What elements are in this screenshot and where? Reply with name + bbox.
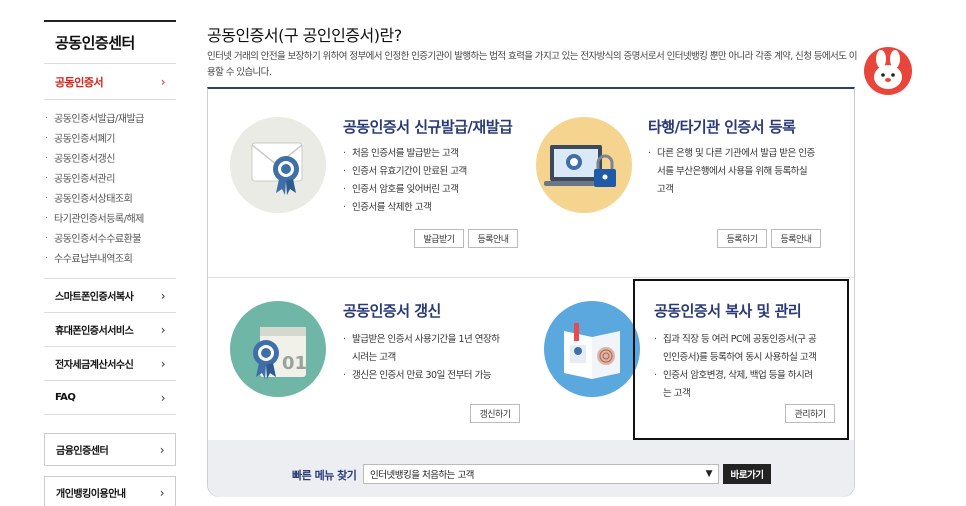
sidebar-submenu: 공동인증서발급/재발급 공동인증서폐기 공동인증서갱신 공동인증서관리 공동인증… <box>44 100 176 279</box>
chevron-down-icon: ▼ <box>705 469 713 479</box>
bullet-text: 인증서 암호변경, 삭제, 백업 등을 하시려는 고객 <box>654 367 819 403</box>
bullet-text: 발급받은 인증서 사용기간을 1년 연장하시려는 고객 <box>343 331 503 367</box>
divider <box>208 277 854 278</box>
card-title-renew: 공동인증서 갱신 <box>343 302 441 320</box>
sidebar-item-label: 전자세금계산서수신 <box>55 360 134 371</box>
certificate-renew-icon: 01 <box>230 301 326 397</box>
card-title-register: 타행/타기관 인증서 등록 <box>648 118 796 136</box>
issue-guide-button[interactable]: 등록안내 <box>468 229 518 248</box>
page-description: 인터넷 거래의 안전을 보장하기 위하여 정부에서 인정한 인증기관이 발행하는… <box>207 51 857 78</box>
certificate-manage-icon <box>544 301 640 397</box>
sidebar-item-smartphone-copy[interactable]: 스마트폰인증서복사 › <box>44 279 176 313</box>
quick-menu-select[interactable]: 인터넷뱅킹을 처음하는 고객 ▼ <box>363 464 719 484</box>
manage-button[interactable]: 관리하기 <box>785 404 835 423</box>
renew-button[interactable]: 갱신하기 <box>470 404 520 423</box>
bullet-text: 인증서를 삭제한 고객 <box>343 199 513 217</box>
mascot-icon[interactable] <box>864 47 912 95</box>
certificate-panel: 공동인증서 신규발급/재발급 처음 인증서를 발급받는 고객 인증서 유효기간이… <box>207 87 855 497</box>
sidebar-item-certificate[interactable]: 공동인증서 › <box>44 64 176 100</box>
chevron-right-icon: › <box>159 485 165 500</box>
sidebar-item-tax-invoice[interactable]: 전자세금계산서수신 › <box>44 347 176 381</box>
sidebar-item-label: 공동인증서 <box>55 75 104 89</box>
register-button[interactable]: 등록하기 <box>717 229 767 248</box>
page-title: 공동인증서(구 공인인증서)란? <box>207 26 402 45</box>
sidebar-item-financial-cert[interactable]: 금융인증센터 › <box>44 433 176 466</box>
chevron-right-icon: › <box>160 322 166 337</box>
sidebar-item-label: 금융인증센터 <box>56 446 109 457</box>
sidebar-item-faq[interactable]: FAQ › <box>44 381 176 415</box>
chevron-right-icon: › <box>160 74 166 89</box>
sidebar-item-label: 개인뱅킹이용안내 <box>56 489 126 500</box>
bullet-text: 처음 인증서를 발급받는 고객 <box>343 145 513 163</box>
sidebar-title: 공동인증센터 <box>44 20 176 64</box>
bullet-text: 갱신은 인증서 만료 30일 전부터 가능 <box>343 367 503 385</box>
chevron-right-icon: › <box>159 442 165 457</box>
submenu-item-other-register[interactable]: 타기관인증서등록/해제 <box>44 210 176 230</box>
sidebar-item-label: FAQ <box>55 392 76 403</box>
submenu-item-manage[interactable]: 공동인증서관리 <box>44 170 176 190</box>
register-guide-button[interactable]: 등록안내 <box>771 229 821 248</box>
card-title-manage: 공동인증서 복사 및 관리 <box>654 302 802 320</box>
card-bullets-register: 다른 은행 및 다른 기관에서 발급 받은 인증서를 부산은행에서 사용을 위해… <box>648 145 816 199</box>
chevron-right-icon: › <box>160 356 166 371</box>
chevron-right-icon: › <box>160 288 166 303</box>
submenu-item-issue[interactable]: 공동인증서발급/재발급 <box>44 110 176 130</box>
sidebar-item-label: 휴대폰인증서서비스 <box>55 326 134 337</box>
certificate-issue-icon <box>230 117 326 213</box>
card-bullets-issue: 처음 인증서를 발급받는 고객 인증서 유효기간이 만료된 고객 인증서 암호를… <box>343 145 513 217</box>
card-bullets-manage: 집과 직장 등 여러 PC에 공동인증서(구 공인인증서)를 등록하여 동시 사… <box>654 331 819 403</box>
quick-menu-selected: 인터넷뱅킹을 처음하는 고객 <box>370 470 474 481</box>
submenu-item-refund[interactable]: 공동인증서수수료환불 <box>44 230 176 250</box>
sidebar-item-label: 스마트폰인증서복사 <box>55 292 134 303</box>
card-title-issue: 공동인증서 신규발급/재발급 <box>343 118 513 136</box>
bullet-text: 인증서 암호를 잊어버린 고객 <box>343 181 513 199</box>
submenu-item-fee-history[interactable]: 수수료납부내역조회 <box>44 250 176 270</box>
card-bullets-renew: 발급받은 인증서 사용기간을 1년 연장하시려는 고객 갱신은 인증서 만료 3… <box>343 331 503 385</box>
bullet-text: 집과 직장 등 여러 PC에 공동인증서(구 공인인증서)를 등록하여 동시 사… <box>654 331 819 367</box>
submenu-item-revoke[interactable]: 공동인증서폐기 <box>44 130 176 150</box>
submenu-item-status[interactable]: 공동인증서상태조회 <box>44 190 176 210</box>
chevron-right-icon: › <box>160 390 166 405</box>
quick-menu-label: 빠른 메뉴 찾기 <box>292 469 357 482</box>
svg-text:01: 01 <box>282 353 307 374</box>
sidebar-item-banking-guide[interactable]: 개인뱅킹이용안내 › <box>44 476 176 506</box>
issue-button[interactable]: 발급받기 <box>414 229 464 248</box>
sidebar-item-mobile-cert[interactable]: 휴대폰인증서서비스 › <box>44 313 176 347</box>
bullet-text: 다른 은행 및 다른 기관에서 발급 받은 인증서를 부산은행에서 사용을 위해… <box>648 145 816 199</box>
certificate-register-icon <box>536 117 632 213</box>
bullet-text: 인증서 유효기간이 만료된 고객 <box>343 163 513 181</box>
submenu-item-renew[interactable]: 공동인증서갱신 <box>44 150 176 170</box>
go-button[interactable]: 바로가기 <box>723 464 771 484</box>
sidebar: 공동인증센터 공동인증서 › 공동인증서발급/재발급 공동인증서폐기 공동인증서… <box>44 20 176 506</box>
